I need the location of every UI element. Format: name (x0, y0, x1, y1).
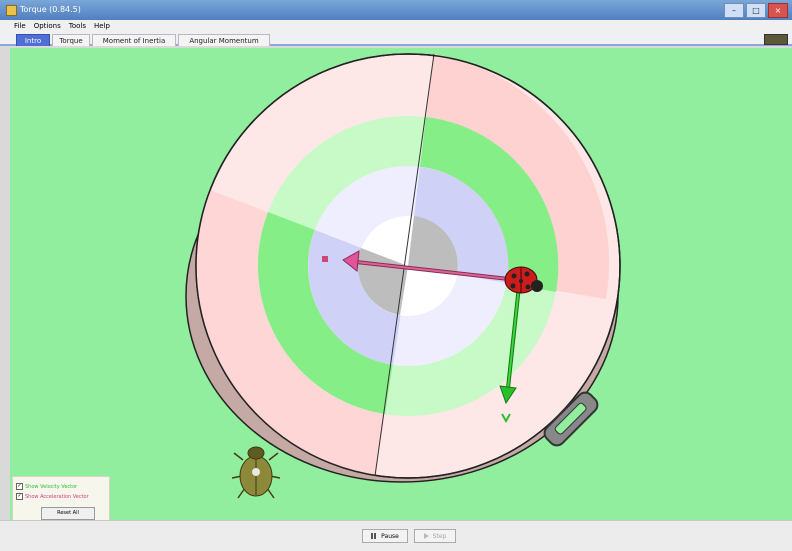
pause-button-label: Pause (381, 532, 399, 540)
menu-options[interactable]: Options (34, 20, 61, 32)
show-velocity-label: Show Velocity Vector (25, 483, 78, 490)
show-acceleration-label: Show Acceleration Vector (25, 493, 89, 500)
tab-angular-momentum[interactable]: Angular Momentum (178, 34, 270, 46)
simulation-area[interactable] (10, 48, 792, 520)
pause-icon (371, 533, 377, 539)
acceleration-vector-label (322, 256, 328, 262)
step-button-label: Step (432, 532, 447, 540)
bottom-control-bar: Pause Step (0, 520, 792, 551)
tab-torque[interactable]: Torque (52, 34, 90, 46)
show-acceleration-row[interactable]: ✓ Show Acceleration Vector (16, 493, 89, 500)
minimize-icon[interactable]: – (724, 3, 744, 18)
maximize-icon[interactable]: □ (746, 3, 766, 18)
phet-logo (764, 34, 788, 45)
menu-help[interactable]: Help (94, 20, 110, 32)
show-velocity-row[interactable]: ✓ Show Velocity Vector (16, 483, 77, 490)
title-bar: Torque (0.84.5) – □ × (0, 0, 792, 20)
tab-moment-of-inertia[interactable]: Moment of Inertia (92, 34, 176, 46)
tab-intro[interactable]: Intro (16, 34, 50, 46)
rotating-platform-canvas[interactable] (10, 48, 792, 520)
step-icon (423, 533, 429, 539)
control-panel: ✓ Show Velocity Vector ✓ Show Accelerati… (12, 476, 110, 522)
tab-bar: Intro Torque Moment of Inertia Angular M… (0, 32, 792, 46)
menu-tools[interactable]: Tools (69, 20, 86, 32)
app-icon (6, 5, 17, 16)
reset-all-button[interactable]: Reset All (41, 507, 95, 520)
menu-file[interactable]: File (14, 20, 26, 32)
pause-button[interactable]: Pause (362, 529, 408, 543)
menu-bar: File Options Tools Help (0, 20, 792, 32)
beetle-icon[interactable] (231, 446, 281, 499)
show-acceleration-checkbox[interactable]: ✓ (16, 493, 23, 500)
show-velocity-checkbox[interactable]: ✓ (16, 483, 23, 490)
window-title: Torque (0.84.5) (20, 5, 81, 14)
step-button[interactable]: Step (414, 529, 456, 543)
close-icon[interactable]: × (768, 3, 788, 18)
